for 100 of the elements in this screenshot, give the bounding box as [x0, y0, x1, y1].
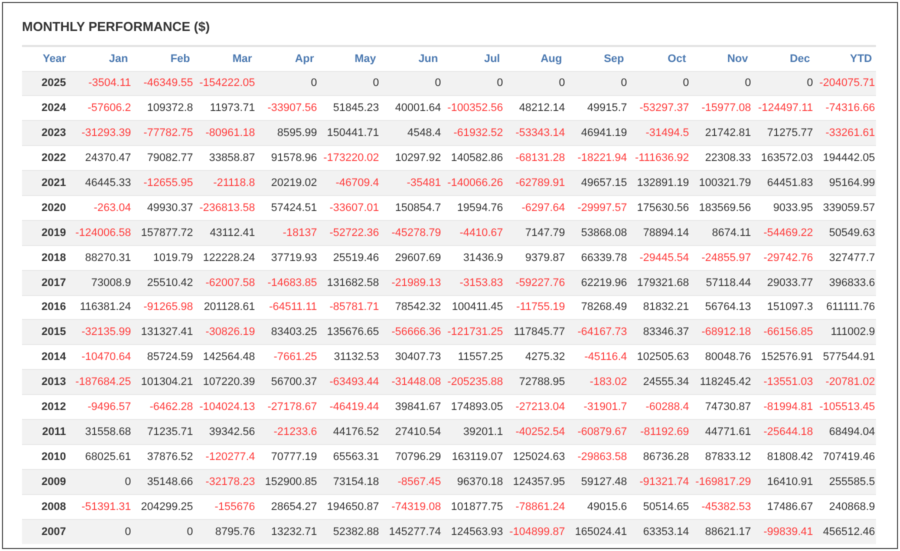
- value-cell: 124357.95: [504, 469, 566, 494]
- value-cell: -7661.25: [256, 344, 318, 370]
- value-cell: -60288.4: [628, 394, 690, 420]
- value-cell: 46941.19: [566, 120, 628, 146]
- value-cell: -20781.02: [814, 370, 876, 395]
- value-cell: 62219.96: [566, 270, 628, 296]
- value-cell: 131327.41: [132, 320, 194, 345]
- value-cell: 8595.99: [256, 120, 318, 146]
- value-cell: 174893.05: [442, 394, 504, 420]
- value-cell: 194650.87: [318, 494, 380, 520]
- value-cell: 194442.05: [814, 146, 876, 171]
- value-cell: 53868.08: [566, 220, 628, 246]
- year-cell: 2020: [22, 195, 70, 220]
- value-cell: 150441.71: [318, 120, 380, 146]
- year-cell: 2018: [22, 245, 70, 270]
- value-cell: 117845.77: [504, 320, 566, 345]
- value-cell: 37719.93: [256, 245, 318, 270]
- value-cell: 140582.86: [442, 146, 504, 171]
- value-cell: 44176.52: [318, 419, 380, 444]
- value-cell: 150854.7: [380, 195, 442, 220]
- value-cell: 57118.44: [690, 270, 752, 296]
- value-cell: 163572.03: [752, 146, 814, 171]
- value-cell: 20219.02: [256, 170, 318, 196]
- value-cell: -74316.66: [814, 96, 876, 121]
- value-cell: 0: [318, 71, 380, 96]
- value-cell: 78268.49: [566, 295, 628, 320]
- column-header: Apr: [256, 46, 318, 71]
- value-cell: 64451.83: [752, 170, 814, 196]
- value-cell: -31293.39: [70, 120, 132, 146]
- value-cell: -56666.36: [380, 320, 442, 345]
- value-cell: -263.04: [70, 195, 132, 220]
- value-cell: -124497.11: [752, 96, 814, 121]
- value-cell: 163119.07: [442, 444, 504, 470]
- value-cell: 70796.29: [380, 444, 442, 470]
- value-cell: -45116.4: [566, 344, 628, 370]
- value-cell: 135676.65: [318, 320, 380, 345]
- column-header: Oct: [628, 46, 690, 71]
- value-cell: 49930.37: [132, 195, 194, 220]
- value-cell: 80048.76: [690, 344, 752, 370]
- value-cell: 35148.66: [132, 469, 194, 494]
- value-cell: -120277.4: [194, 444, 256, 470]
- value-cell: 13232.71: [256, 519, 318, 544]
- value-cell: 39201.1: [442, 419, 504, 444]
- value-cell: -68131.28: [504, 146, 566, 171]
- value-cell: -78861.24: [504, 494, 566, 520]
- year-cell: 2013: [22, 370, 70, 395]
- column-header: Feb: [132, 46, 194, 71]
- value-cell: -40252.54: [504, 419, 566, 444]
- value-cell: -21233.6: [256, 419, 318, 444]
- value-cell: -99839.41: [752, 519, 814, 544]
- value-cell: 16410.91: [752, 469, 814, 494]
- value-cell: 74730.87: [690, 394, 752, 420]
- value-cell: 255585.5: [814, 469, 876, 494]
- value-cell: 100411.45: [442, 295, 504, 320]
- value-cell: -62789.91: [504, 170, 566, 196]
- value-cell: -33261.61: [814, 120, 876, 146]
- value-cell: -59227.76: [504, 270, 566, 296]
- value-cell: 71275.77: [752, 120, 814, 146]
- value-cell: 28654.27: [256, 494, 318, 520]
- value-cell: -236813.58: [194, 195, 256, 220]
- value-cell: -29863.58: [566, 444, 628, 470]
- value-cell: 118245.42: [690, 370, 752, 395]
- value-cell: 122228.24: [194, 245, 256, 270]
- value-cell: 152576.91: [752, 344, 814, 370]
- value-cell: 132891.19: [628, 170, 690, 196]
- year-cell: 2015: [22, 320, 70, 345]
- value-cell: 25510.42: [132, 270, 194, 296]
- column-header: Sep: [566, 46, 628, 71]
- value-cell: 0: [566, 71, 628, 96]
- value-cell: 175630.56: [628, 195, 690, 220]
- value-cell: 456512.46: [814, 519, 876, 544]
- value-cell: 165024.41: [566, 519, 628, 544]
- value-cell: -169817.29: [690, 469, 752, 494]
- year-cell: 2009: [22, 469, 70, 494]
- value-cell: -105513.45: [814, 394, 876, 420]
- value-cell: 63353.14: [628, 519, 690, 544]
- year-cell: 2022: [22, 146, 70, 171]
- value-cell: 31132.53: [318, 344, 380, 370]
- value-cell: 9379.87: [504, 245, 566, 270]
- value-cell: -187684.25: [70, 370, 132, 395]
- value-cell: 51845.23: [318, 96, 380, 121]
- value-cell: 116381.24: [70, 295, 132, 320]
- value-cell: -31494.5: [628, 120, 690, 146]
- value-cell: 83403.25: [256, 320, 318, 345]
- value-cell: 49015.6: [566, 494, 628, 520]
- value-cell: 29033.77: [752, 270, 814, 296]
- value-cell: 8674.11: [690, 220, 752, 246]
- value-cell: -29445.54: [628, 245, 690, 270]
- value-cell: 49657.15: [566, 170, 628, 196]
- value-cell: -14683.85: [256, 270, 318, 296]
- value-cell: -100352.56: [442, 96, 504, 121]
- value-cell: -204075.71: [814, 71, 876, 96]
- value-cell: 0: [442, 71, 504, 96]
- year-cell: 2019: [22, 220, 70, 246]
- value-cell: -74319.08: [380, 494, 442, 520]
- value-cell: 87833.12: [690, 444, 752, 470]
- value-cell: 21742.81: [690, 120, 752, 146]
- value-cell: -154222.05: [194, 71, 256, 96]
- column-header: YTD: [814, 46, 876, 71]
- year-cell: 2017: [22, 270, 70, 296]
